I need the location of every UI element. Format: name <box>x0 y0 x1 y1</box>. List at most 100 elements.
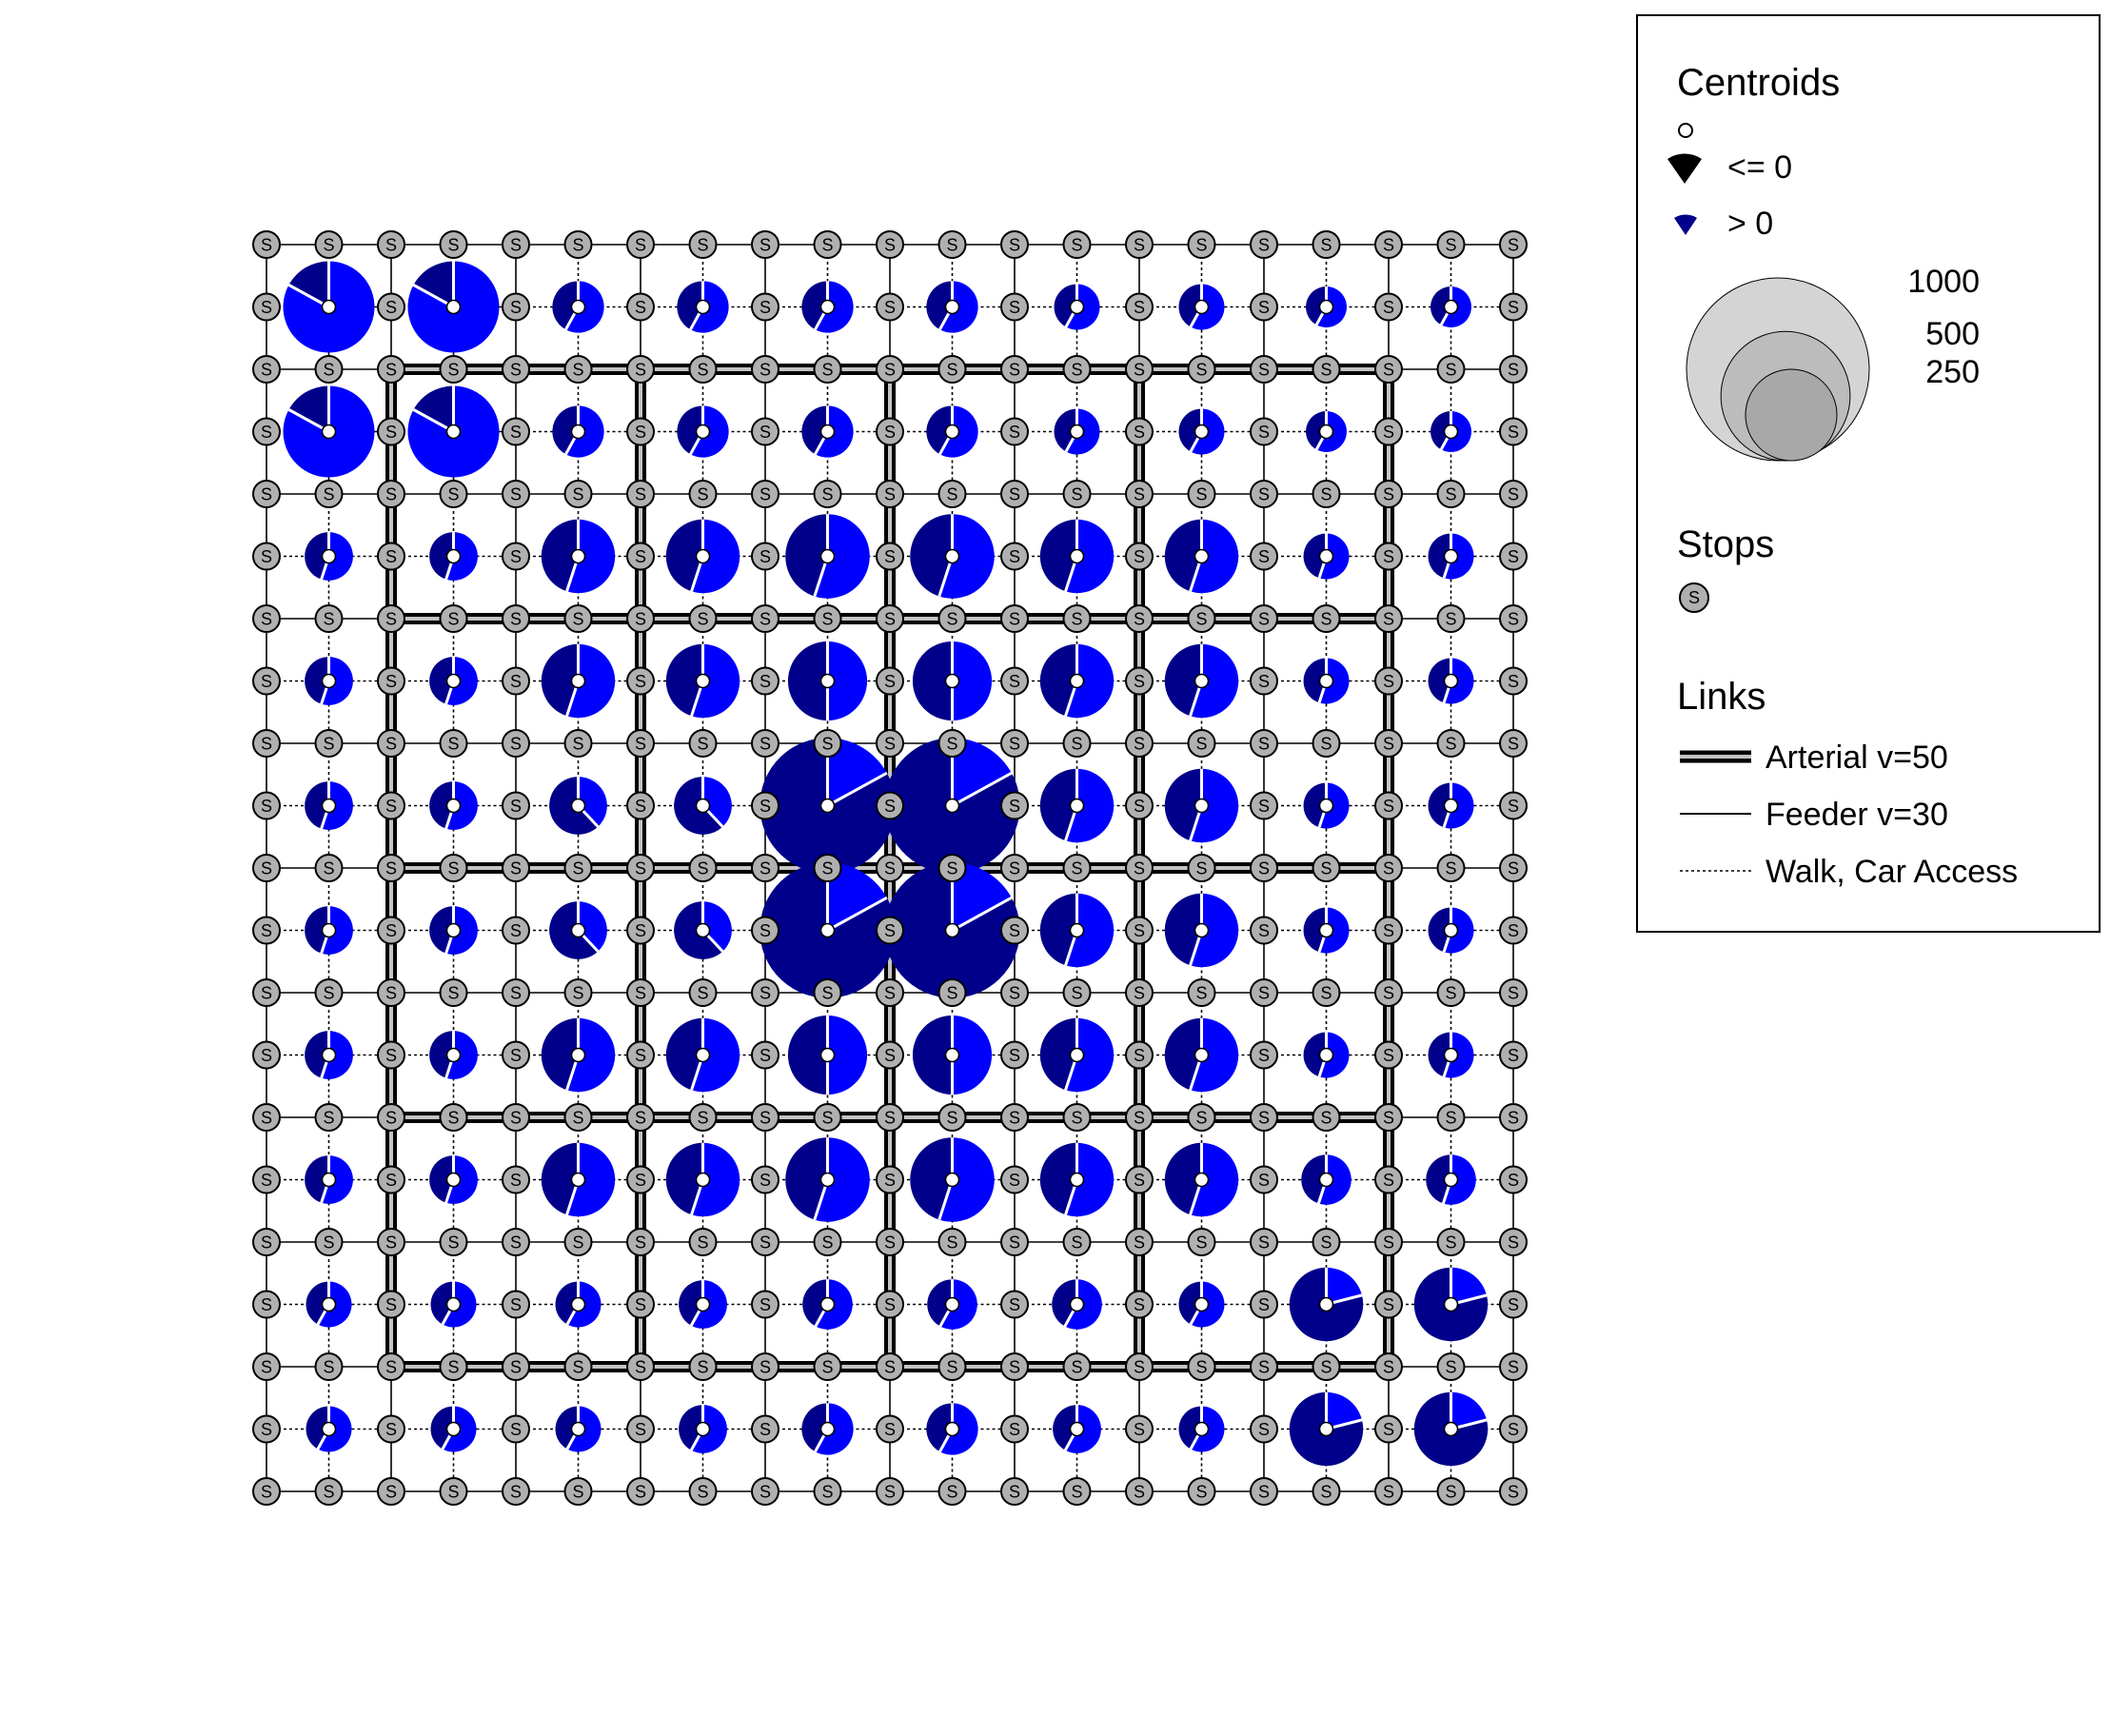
stop-label: S <box>697 735 708 754</box>
stop-label: S <box>1258 921 1270 940</box>
stop: S <box>688 854 718 882</box>
stop-label: S <box>323 859 334 878</box>
stop: S <box>1250 355 1278 384</box>
stop-label: S <box>635 921 646 940</box>
stop: S <box>937 854 967 882</box>
stop: S <box>314 604 344 633</box>
stop-label: S <box>1445 1233 1456 1253</box>
stop: S <box>314 355 344 384</box>
stop: S <box>377 1477 405 1506</box>
stop: S <box>1374 1290 1403 1319</box>
stop: S <box>1125 978 1154 1007</box>
centroid-pie <box>910 514 995 599</box>
centroid-marker <box>570 424 586 440</box>
centroid-marker <box>1194 922 1210 938</box>
stop-label: S <box>1383 984 1394 1003</box>
stop: S <box>502 417 530 446</box>
stop: S <box>1062 480 1092 508</box>
stop: S <box>252 292 281 322</box>
stop-label: S <box>1320 361 1332 380</box>
stop: S <box>876 230 904 259</box>
stop-label: S <box>385 859 397 878</box>
stop: S <box>626 604 655 633</box>
stop-label: S <box>1508 735 1519 754</box>
stop: S <box>1187 1477 1216 1506</box>
stop: S <box>876 1165 904 1194</box>
centroid-pie <box>926 281 978 333</box>
stop: S <box>1000 292 1029 322</box>
centroid-marker <box>445 548 462 564</box>
stop-label: S <box>385 236 397 255</box>
stop: S <box>1436 1228 1466 1256</box>
centroid-pie <box>1164 1017 1239 1093</box>
centroid-marker <box>1443 1047 1459 1063</box>
stop-label: S <box>1508 1358 1519 1377</box>
centroid-pie <box>1430 286 1471 327</box>
stop: S <box>1125 916 1154 945</box>
stop: S <box>252 791 281 820</box>
centroid-marker <box>1318 424 1334 440</box>
stop: S <box>1187 1228 1216 1256</box>
stop: S <box>626 791 655 820</box>
stop-label: S <box>261 610 272 629</box>
stop-label: S <box>1134 236 1145 255</box>
centroid-marker <box>695 1421 711 1437</box>
stop-label: S <box>1071 485 1082 504</box>
stop: S <box>1374 916 1403 945</box>
stop: S <box>751 1477 779 1506</box>
stop: S <box>1374 542 1403 571</box>
centroid-pie <box>1178 1406 1225 1452</box>
stop-label: S <box>261 1358 272 1377</box>
stop: S <box>1187 480 1216 508</box>
stop-label: S <box>884 1046 896 1065</box>
stop-label: S <box>1258 423 1270 442</box>
centroid-pie <box>1052 1279 1102 1330</box>
stop-label: S <box>946 1483 957 1502</box>
stop-label: S <box>946 361 957 380</box>
stop-label: S <box>572 1358 583 1377</box>
centroid-marker <box>1069 798 1085 814</box>
stop-label: S <box>1258 1295 1270 1314</box>
stop: S <box>688 355 718 384</box>
stop: S <box>1374 666 1403 696</box>
stop: S <box>1250 791 1278 820</box>
stop-label: S <box>635 1109 646 1128</box>
stop-label: S <box>1383 1483 1394 1502</box>
stop-label: S <box>946 1109 957 1128</box>
stop-label: S <box>760 1358 771 1377</box>
stop: S <box>626 292 655 322</box>
stop: S <box>937 230 967 259</box>
stop-label: S <box>1383 236 1394 255</box>
stop-label: S <box>946 735 957 754</box>
stop-label: S <box>447 1358 459 1377</box>
centroid-pie <box>1413 1267 1489 1342</box>
stop-label: S <box>1508 672 1519 691</box>
stop-label: S <box>385 1420 397 1439</box>
stop-label: S <box>760 236 771 255</box>
stop-label: S <box>760 1295 771 1314</box>
stop-label: S <box>635 423 646 442</box>
stop-label: S <box>1508 610 1519 629</box>
stop: S <box>1125 1165 1154 1194</box>
centroid-pie <box>430 1281 477 1328</box>
stop: S <box>1062 230 1092 259</box>
centroid-marker <box>944 1421 960 1437</box>
stop: S <box>252 1352 281 1381</box>
stop-label: S <box>946 1358 957 1377</box>
stop-label: S <box>1383 672 1394 691</box>
stop-label: S <box>510 1358 522 1377</box>
stop-label: S <box>1134 1109 1145 1128</box>
stop-label: S <box>323 361 334 380</box>
stop: S <box>377 854 405 882</box>
stop-label: S <box>261 1171 272 1190</box>
stop: S <box>1062 1103 1092 1132</box>
centroid-marker <box>1069 673 1085 689</box>
stop: S <box>377 1228 405 1256</box>
stop-label: S <box>1508 485 1519 504</box>
stop: S <box>1312 1228 1341 1256</box>
stop: S <box>502 1103 530 1132</box>
stop-label: S <box>635 1233 646 1253</box>
stop-label: S <box>261 298 272 317</box>
stop-label: S <box>635 236 646 255</box>
stop-label: S <box>1445 236 1456 255</box>
